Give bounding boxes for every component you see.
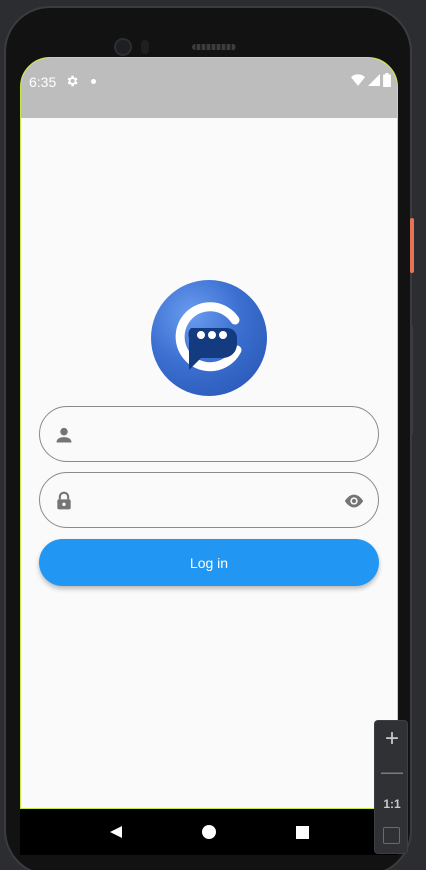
power-button[interactable] xyxy=(410,218,414,273)
zoom-controls: + — 1:1 xyxy=(374,720,408,854)
status-time: 6:35 xyxy=(29,74,57,90)
chat-bubble-logo-icon xyxy=(175,302,242,372)
app-logo xyxy=(151,280,267,396)
login-button[interactable]: Log in xyxy=(39,539,379,586)
gear-icon xyxy=(67,75,78,87)
home-icon[interactable] xyxy=(201,824,217,840)
username-field[interactable] xyxy=(39,406,379,462)
zoom-fit-icon[interactable] xyxy=(383,827,400,844)
zoom-actual-size-button[interactable]: 1:1 xyxy=(375,797,409,811)
front-camera xyxy=(114,38,132,56)
lock-icon xyxy=(57,491,71,510)
status-bar: 6:35 xyxy=(21,58,397,118)
dot-icon xyxy=(91,79,96,84)
battery-icon xyxy=(383,73,391,87)
back-icon[interactable] xyxy=(108,824,124,840)
status-icons xyxy=(351,73,391,87)
device-screen: 6:35 Log in xyxy=(20,57,398,809)
recents-icon[interactable] xyxy=(294,824,310,840)
signal-icon xyxy=(368,74,380,86)
volume-button[interactable] xyxy=(410,325,413,435)
wifi-icon xyxy=(351,74,365,86)
zoom-out-button[interactable]: — xyxy=(375,759,409,785)
sensor xyxy=(141,40,149,54)
navigation-bar xyxy=(20,809,398,855)
zoom-in-button[interactable]: + xyxy=(375,725,409,753)
username-input[interactable] xyxy=(86,417,326,451)
earpiece-speaker xyxy=(192,44,236,50)
person-icon xyxy=(56,427,72,443)
password-input[interactable] xyxy=(86,483,326,517)
eye-icon[interactable] xyxy=(342,490,366,512)
password-field[interactable] xyxy=(39,472,379,528)
